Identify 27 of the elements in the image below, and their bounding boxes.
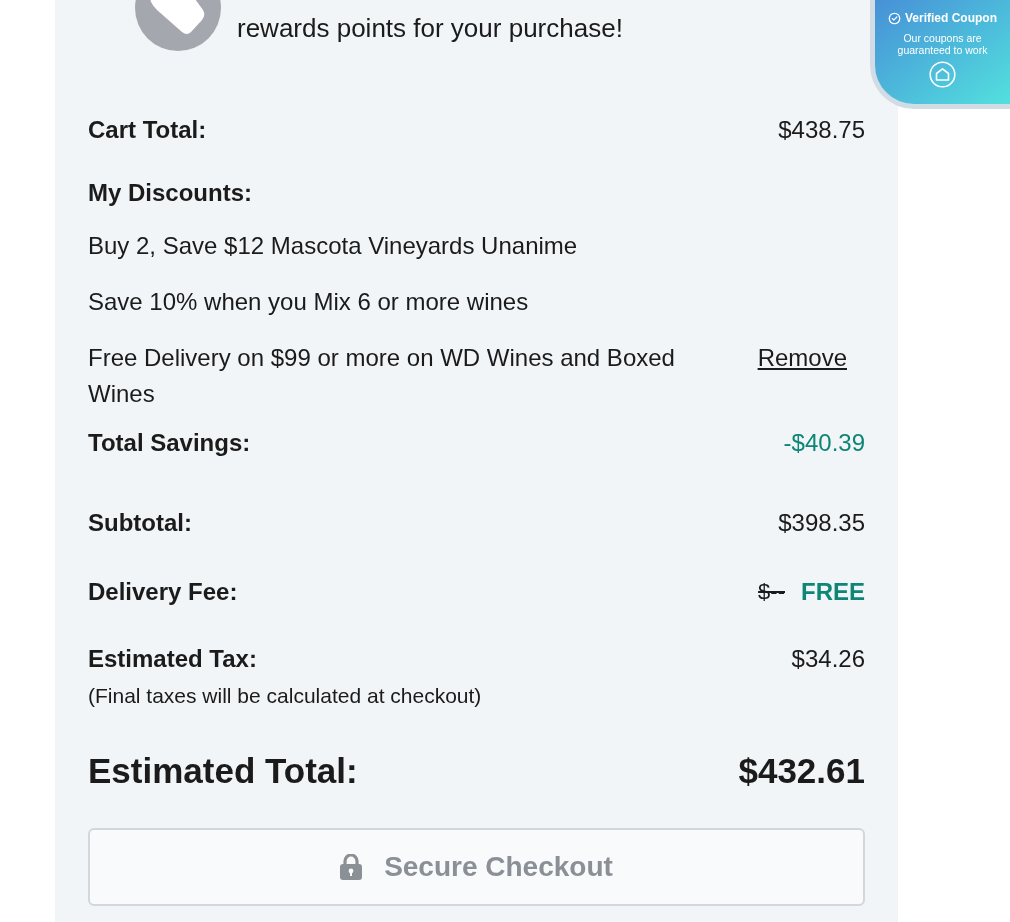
estimated-tax-label: Estimated Tax: bbox=[88, 644, 257, 674]
cart-total-value: $438.75 bbox=[778, 115, 865, 145]
coupon-badge-title: Verified Coupon bbox=[905, 10, 997, 27]
estimated-tax-value: $34.26 bbox=[791, 644, 865, 674]
delivery-fee-label: Delivery Fee: bbox=[88, 577, 238, 607]
estimated-total-label: Estimated Total: bbox=[88, 750, 358, 792]
discount-text: Save 10% when you Mix 6 or more wines bbox=[88, 287, 530, 317]
total-savings-value: -$40.39 bbox=[783, 428, 865, 458]
coupon-badge-text: Our coupons are guaranteed to work bbox=[896, 32, 989, 56]
tag-icon bbox=[135, 0, 221, 52]
total-savings-label: Total Savings: bbox=[88, 428, 251, 458]
delivery-fee-value: FREE bbox=[801, 577, 865, 607]
discount-text: Free Delivery on $99 or more on WD Wines and Boxed Wines bbox=[88, 343, 676, 409]
subtotal-value: $398.35 bbox=[778, 508, 865, 538]
subtotal-label: Subtotal: bbox=[88, 508, 192, 538]
verified-coupon-badge[interactable]: Verified Coupon Our coupons are guaranteed to work bbox=[870, 0, 1010, 109]
discounts-heading: My Discounts: bbox=[88, 178, 253, 208]
house-circle-icon bbox=[929, 61, 956, 88]
cart-total-label: Cart Total: bbox=[88, 115, 207, 145]
loyalty-prompt-text: rewards points for your purchase! bbox=[237, 12, 623, 44]
remove-link[interactable]: Remove bbox=[757, 340, 847, 376]
lock-icon bbox=[340, 854, 363, 880]
estimated-total-value: $432.61 bbox=[738, 750, 865, 792]
original-delivery-fee: $-- bbox=[758, 578, 785, 606]
discount-text: Buy 2, Save $12 Mascota Vineyards Unanime bbox=[88, 231, 579, 261]
tax-note: (Final taxes will be calculated at checkout) bbox=[88, 683, 483, 709]
check-circle-icon bbox=[888, 11, 901, 25]
